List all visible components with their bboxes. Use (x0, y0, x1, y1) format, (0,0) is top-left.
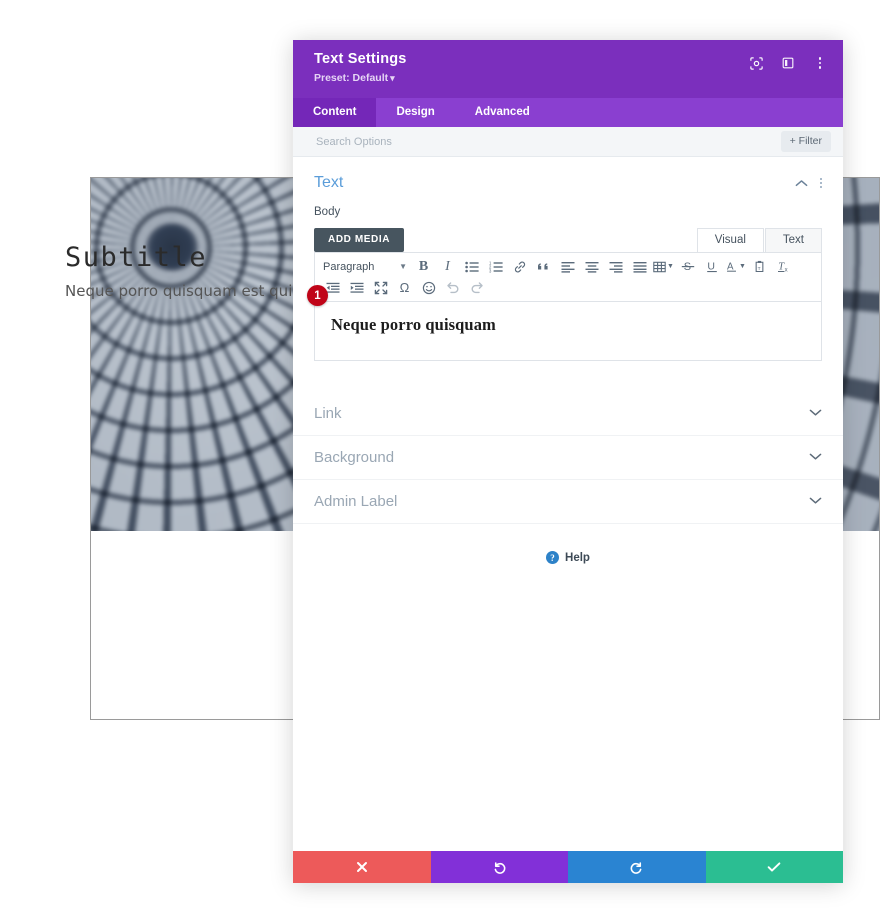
cancel-button[interactable] (293, 851, 431, 883)
editor-text-value: Neque porro quisquam (331, 315, 496, 334)
preview-subtitle: Subtitle (65, 242, 208, 273)
search-input[interactable] (314, 127, 718, 158)
clear-formatting-icon[interactable]: T x (772, 257, 795, 277)
undo-button[interactable] (430, 851, 568, 883)
svg-text:T: T (758, 266, 761, 272)
tab-advanced[interactable]: Advanced (455, 98, 550, 127)
add-media-button[interactable]: ADD MEDIA (314, 228, 405, 252)
modal-tabs: Content Design Advanced (293, 98, 843, 127)
section-more-options-icon[interactable] (820, 178, 822, 188)
modal-action-bar (293, 851, 843, 883)
editor-toolbar-row-1: Paragraph ▼ B I 1 2 3 ▼ U A ▼ T T x (321, 256, 817, 277)
tab-design[interactable]: Design (376, 98, 454, 127)
text-section-header: Text (314, 157, 822, 201)
bold-icon[interactable]: B (412, 257, 435, 277)
layout-split-icon[interactable] (779, 54, 797, 72)
paste-as-text-icon[interactable]: T (748, 257, 771, 277)
wysiwyg-editor: ADD MEDIA Visual Text Paragraph ▼ B I 1 … (314, 225, 822, 361)
align-left-icon[interactable] (556, 257, 579, 277)
section-background-label: Background (314, 449, 395, 466)
help-icon: ? (546, 551, 560, 564)
save-button[interactable] (705, 851, 843, 883)
modal-header: Text Settings Preset: Default ▾ (293, 40, 843, 98)
section-link-label: Link (314, 405, 342, 422)
paragraph-format-label: Paragraph (323, 260, 375, 273)
section-link[interactable]: Link (293, 392, 843, 436)
undo-icon[interactable] (441, 278, 464, 298)
text-color-icon[interactable]: A ▼ (724, 257, 747, 277)
link-icon[interactable] (508, 257, 531, 277)
step-badge-1: 1 (307, 285, 328, 306)
redo-icon[interactable] (465, 278, 488, 298)
text-settings-modal: Text Settings Preset: Default ▾ Content … (293, 40, 843, 883)
editor-topbar: ADD MEDIA Visual Text (314, 225, 822, 252)
emoji-icon[interactable] (417, 278, 440, 298)
filter-button[interactable]: + Filter (780, 131, 831, 152)
section-admin-label[interactable]: Admin Label (293, 480, 843, 524)
body-field-label: Body (314, 206, 341, 218)
chevron-down-icon (809, 408, 822, 420)
chevron-down-icon (809, 496, 822, 508)
section-background[interactable]: Background (293, 436, 843, 480)
italic-icon[interactable]: I (436, 257, 459, 277)
collapse-section-icon[interactable] (795, 179, 808, 188)
editor-tab-visual[interactable]: Visual (696, 228, 764, 252)
chevron-down-icon: ▼ (739, 263, 746, 270)
special-character-icon[interactable]: Ω (393, 278, 416, 298)
editor-mode-tabs: Visual Text (696, 228, 822, 252)
redo-button[interactable] (568, 851, 706, 883)
indent-icon[interactable] (345, 278, 368, 298)
chevron-down-icon: ▾ (390, 73, 395, 83)
modal-preset-label: Preset: Default (314, 72, 389, 84)
align-right-icon[interactable] (604, 257, 627, 277)
chevron-down-icon (809, 452, 822, 464)
numbered-list-icon[interactable]: 1 2 3 (484, 257, 507, 277)
modal-header-icons (747, 54, 829, 72)
editor-toolbar-row-2: Ω (321, 277, 817, 298)
table-icon[interactable]: ▼ (652, 257, 675, 277)
more-options-icon[interactable] (811, 54, 829, 72)
blockquote-icon[interactable] (532, 257, 555, 277)
help-label: Help (565, 551, 590, 564)
modal-preset-selector[interactable]: Preset: Default ▾ (314, 72, 395, 84)
fullscreen-icon[interactable] (369, 278, 392, 298)
bulleted-list-icon[interactable] (460, 257, 483, 277)
tab-content[interactable]: Content (293, 98, 377, 127)
text-section-title: Text (314, 174, 344, 191)
text-section: Text Body ADD MEDIA Visual Text Paragrap… (293, 157, 843, 361)
align-center-icon[interactable] (580, 257, 603, 277)
responsive-preview-icon[interactable] (747, 54, 765, 72)
svg-text:U: U (707, 261, 715, 273)
modal-title: Text Settings (314, 51, 407, 67)
section-admin-label-label: Admin Label (314, 493, 398, 510)
paragraph-format-select[interactable]: Paragraph ▼ (321, 257, 411, 277)
align-justify-icon[interactable] (628, 257, 651, 277)
chevron-down-icon: ▼ (399, 262, 407, 271)
editor-tab-text[interactable]: Text (764, 228, 822, 252)
help-link[interactable]: ? Help (293, 551, 843, 564)
chevron-down-icon: ▼ (667, 263, 674, 270)
svg-text:x: x (784, 267, 787, 273)
editor-toolbar: Paragraph ▼ B I 1 2 3 ▼ U A ▼ T T x Ω (314, 252, 822, 302)
editor-content-area[interactable]: Neque porro quisquam (314, 302, 822, 361)
modal-body: Text Body ADD MEDIA Visual Text Paragrap… (293, 157, 843, 851)
svg-text:3: 3 (489, 268, 492, 272)
search-bar: + Filter (293, 127, 843, 158)
underline-icon[interactable]: U (700, 257, 723, 277)
strikethrough-icon[interactable]: S (676, 257, 699, 277)
